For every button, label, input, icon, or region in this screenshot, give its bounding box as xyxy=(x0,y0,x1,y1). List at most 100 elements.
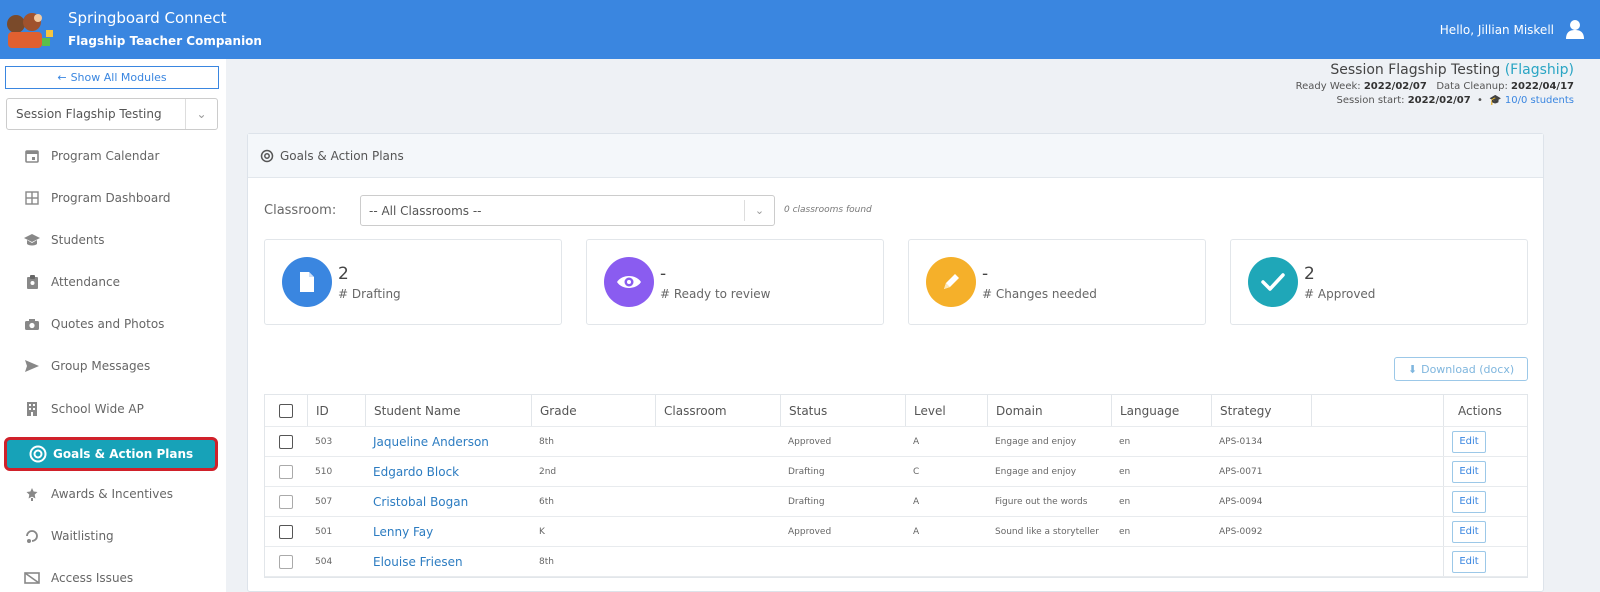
sidebar-item-waitlisting[interactable]: Waitlisting xyxy=(23,525,114,547)
row-language: en xyxy=(1119,496,1131,507)
goals-table: ID Student Name Grade Classroom Status L… xyxy=(264,394,1528,578)
col-strategy[interactable]: Strategy xyxy=(1211,395,1271,426)
select-all-checkbox[interactable] xyxy=(279,403,293,418)
ready-week-label: Ready Week: xyxy=(1295,81,1361,92)
row-domain: Figure out the words xyxy=(995,496,1088,507)
graduation-cap-icon xyxy=(23,231,41,249)
edit-button[interactable]: Edit xyxy=(1452,460,1486,483)
stat-card-changes-needed[interactable]: - # Changes needed xyxy=(908,239,1206,325)
ready-week-value: 2022/02/07 xyxy=(1363,81,1427,92)
session-start-label: Session start: xyxy=(1336,95,1405,106)
col-language[interactable]: Language xyxy=(1111,395,1179,426)
row-id: 501 xyxy=(315,526,333,537)
table-row: 510 Edgardo Block 2nd Drafting C Engage … xyxy=(265,457,1527,487)
col-status[interactable]: Status xyxy=(780,395,827,426)
stat-label: # Approved xyxy=(1304,287,1376,301)
download-label: Download (docx) xyxy=(1421,362,1515,376)
stat-icon-circle xyxy=(926,257,976,307)
chevron-down-icon: ⌄ xyxy=(185,99,217,129)
sidebar-item-attendance[interactable]: Attendance xyxy=(23,271,120,293)
sidebar-item-label: Attendance xyxy=(51,275,120,289)
sidebar-item-quotes-photos[interactable]: Quotes and Photos xyxy=(23,313,164,335)
session-title-line: Session Flagship Testing (Flagship) xyxy=(1296,62,1574,78)
col-empty xyxy=(1311,395,1312,426)
col-student-name[interactable]: Student Name xyxy=(365,395,460,426)
user-greeting[interactable]: Hello, Jillian Miskell xyxy=(1440,23,1554,37)
calendar-icon xyxy=(23,147,41,165)
col-actions: Actions xyxy=(1443,395,1502,426)
sidebar-item-label: School Wide AP xyxy=(51,402,144,416)
edit-button[interactable]: Edit xyxy=(1452,490,1486,513)
student-name-link[interactable]: Cristobal Bogan xyxy=(373,487,468,516)
student-name-link[interactable]: Elouise Friesen xyxy=(373,547,463,576)
student-name-link[interactable]: Lenny Fay xyxy=(373,517,433,546)
table-row: 501 Lenny Fay K Approved A Sound like a … xyxy=(265,517,1527,547)
row-checkbox[interactable] xyxy=(279,464,293,479)
row-strategy: APS-0092 xyxy=(1219,526,1263,537)
edit-button[interactable]: Edit xyxy=(1452,550,1486,573)
sidebar-item-program-dashboard[interactable]: Program Dashboard xyxy=(23,187,171,209)
sidebar-item-program-calendar[interactable]: Program Calendar xyxy=(23,145,159,167)
row-checkbox[interactable] xyxy=(279,434,293,449)
dashboard-icon xyxy=(23,189,41,207)
sidebar: ← Show All Modules Session Flagship Test… xyxy=(0,59,226,592)
row-level: A xyxy=(913,436,920,447)
row-strategy: APS-0094 xyxy=(1219,496,1263,507)
sidebar-item-school-wide-ap[interactable]: School Wide AP xyxy=(23,398,144,420)
row-id: 507 xyxy=(315,496,333,507)
row-level: C xyxy=(913,466,920,477)
springboard-logo xyxy=(7,13,53,48)
session-start-value: 2022/02/07 xyxy=(1407,95,1471,106)
clipboard-icon xyxy=(23,273,41,291)
sidebar-item-awards-incentives[interactable]: Awards & Incentives xyxy=(23,483,173,505)
classroom-select-value: -- All Classrooms -- xyxy=(369,203,482,218)
show-all-modules-button[interactable]: ← Show All Modules xyxy=(5,66,219,89)
target-icon xyxy=(260,149,274,162)
stat-card-drafting[interactable]: 2 # Drafting xyxy=(264,239,562,325)
chevron-down-icon: ⌄ xyxy=(744,200,774,221)
student-name-link[interactable]: Jaqueline Anderson xyxy=(373,427,489,456)
waitlist-icon xyxy=(23,527,41,545)
row-checkbox[interactable] xyxy=(279,524,293,539)
row-grade: 2nd xyxy=(539,466,557,477)
session-select-value: Session Flagship Testing xyxy=(16,107,162,121)
edit-button[interactable]: Edit xyxy=(1452,430,1486,453)
session-select[interactable]: Session Flagship Testing ⌄ xyxy=(6,98,218,130)
student-name-link[interactable]: Edgardo Block xyxy=(373,457,459,486)
stat-icon-circle xyxy=(1248,257,1298,307)
row-grade: 8th xyxy=(539,556,554,567)
stat-label: # Changes needed xyxy=(982,287,1097,301)
sidebar-item-students[interactable]: Students xyxy=(23,229,105,251)
session-start-line: Session start: 2022/02/07 • 🎓 10/0 stude… xyxy=(1296,95,1575,106)
app-subtitle: Flagship Teacher Companion xyxy=(68,34,262,48)
table-row: 507 Cristobal Bogan 6th Drafting A Figur… xyxy=(265,487,1527,517)
row-checkbox[interactable] xyxy=(279,494,293,509)
col-level[interactable]: Level xyxy=(905,395,946,426)
stat-card-approved[interactable]: 2 # Approved xyxy=(1230,239,1528,325)
classroom-select[interactable]: -- All Classrooms -- ⌄ xyxy=(360,195,775,226)
table-header-row: ID Student Name Grade Classroom Status L… xyxy=(265,395,1527,427)
stat-value: - xyxy=(982,264,989,284)
sidebar-item-access-issues[interactable]: Access Issues xyxy=(23,567,133,589)
edit-button[interactable]: Edit xyxy=(1452,520,1486,543)
sidebar-item-group-messages[interactable]: Group Messages xyxy=(23,355,150,377)
stat-label: # Ready to review xyxy=(660,287,771,301)
panel-title: Goals & Action Plans xyxy=(280,148,404,163)
stat-card-ready-to-review[interactable]: - # Ready to review xyxy=(586,239,884,325)
col-domain[interactable]: Domain xyxy=(987,395,1043,426)
row-status: Approved xyxy=(788,526,832,537)
pencil-icon xyxy=(944,274,959,289)
col-grade[interactable]: Grade xyxy=(531,395,577,426)
row-id: 504 xyxy=(315,556,333,567)
col-id[interactable]: ID xyxy=(307,395,329,426)
students-count-link[interactable]: 🎓 10/0 students xyxy=(1489,95,1574,106)
row-id: 510 xyxy=(315,466,333,477)
session-tag[interactable]: (Flagship) xyxy=(1505,62,1574,78)
students-count: 10/0 students xyxy=(1504,95,1574,106)
col-classroom[interactable]: Classroom xyxy=(655,395,727,426)
user-icon[interactable] xyxy=(1564,18,1586,40)
file-icon xyxy=(300,272,314,292)
sidebar-item-goals-action-plans[interactable]: Goals & Action Plans xyxy=(4,437,218,471)
download-docx-button[interactable]: ⬇ Download (docx) xyxy=(1394,357,1528,381)
row-checkbox[interactable] xyxy=(279,554,293,569)
